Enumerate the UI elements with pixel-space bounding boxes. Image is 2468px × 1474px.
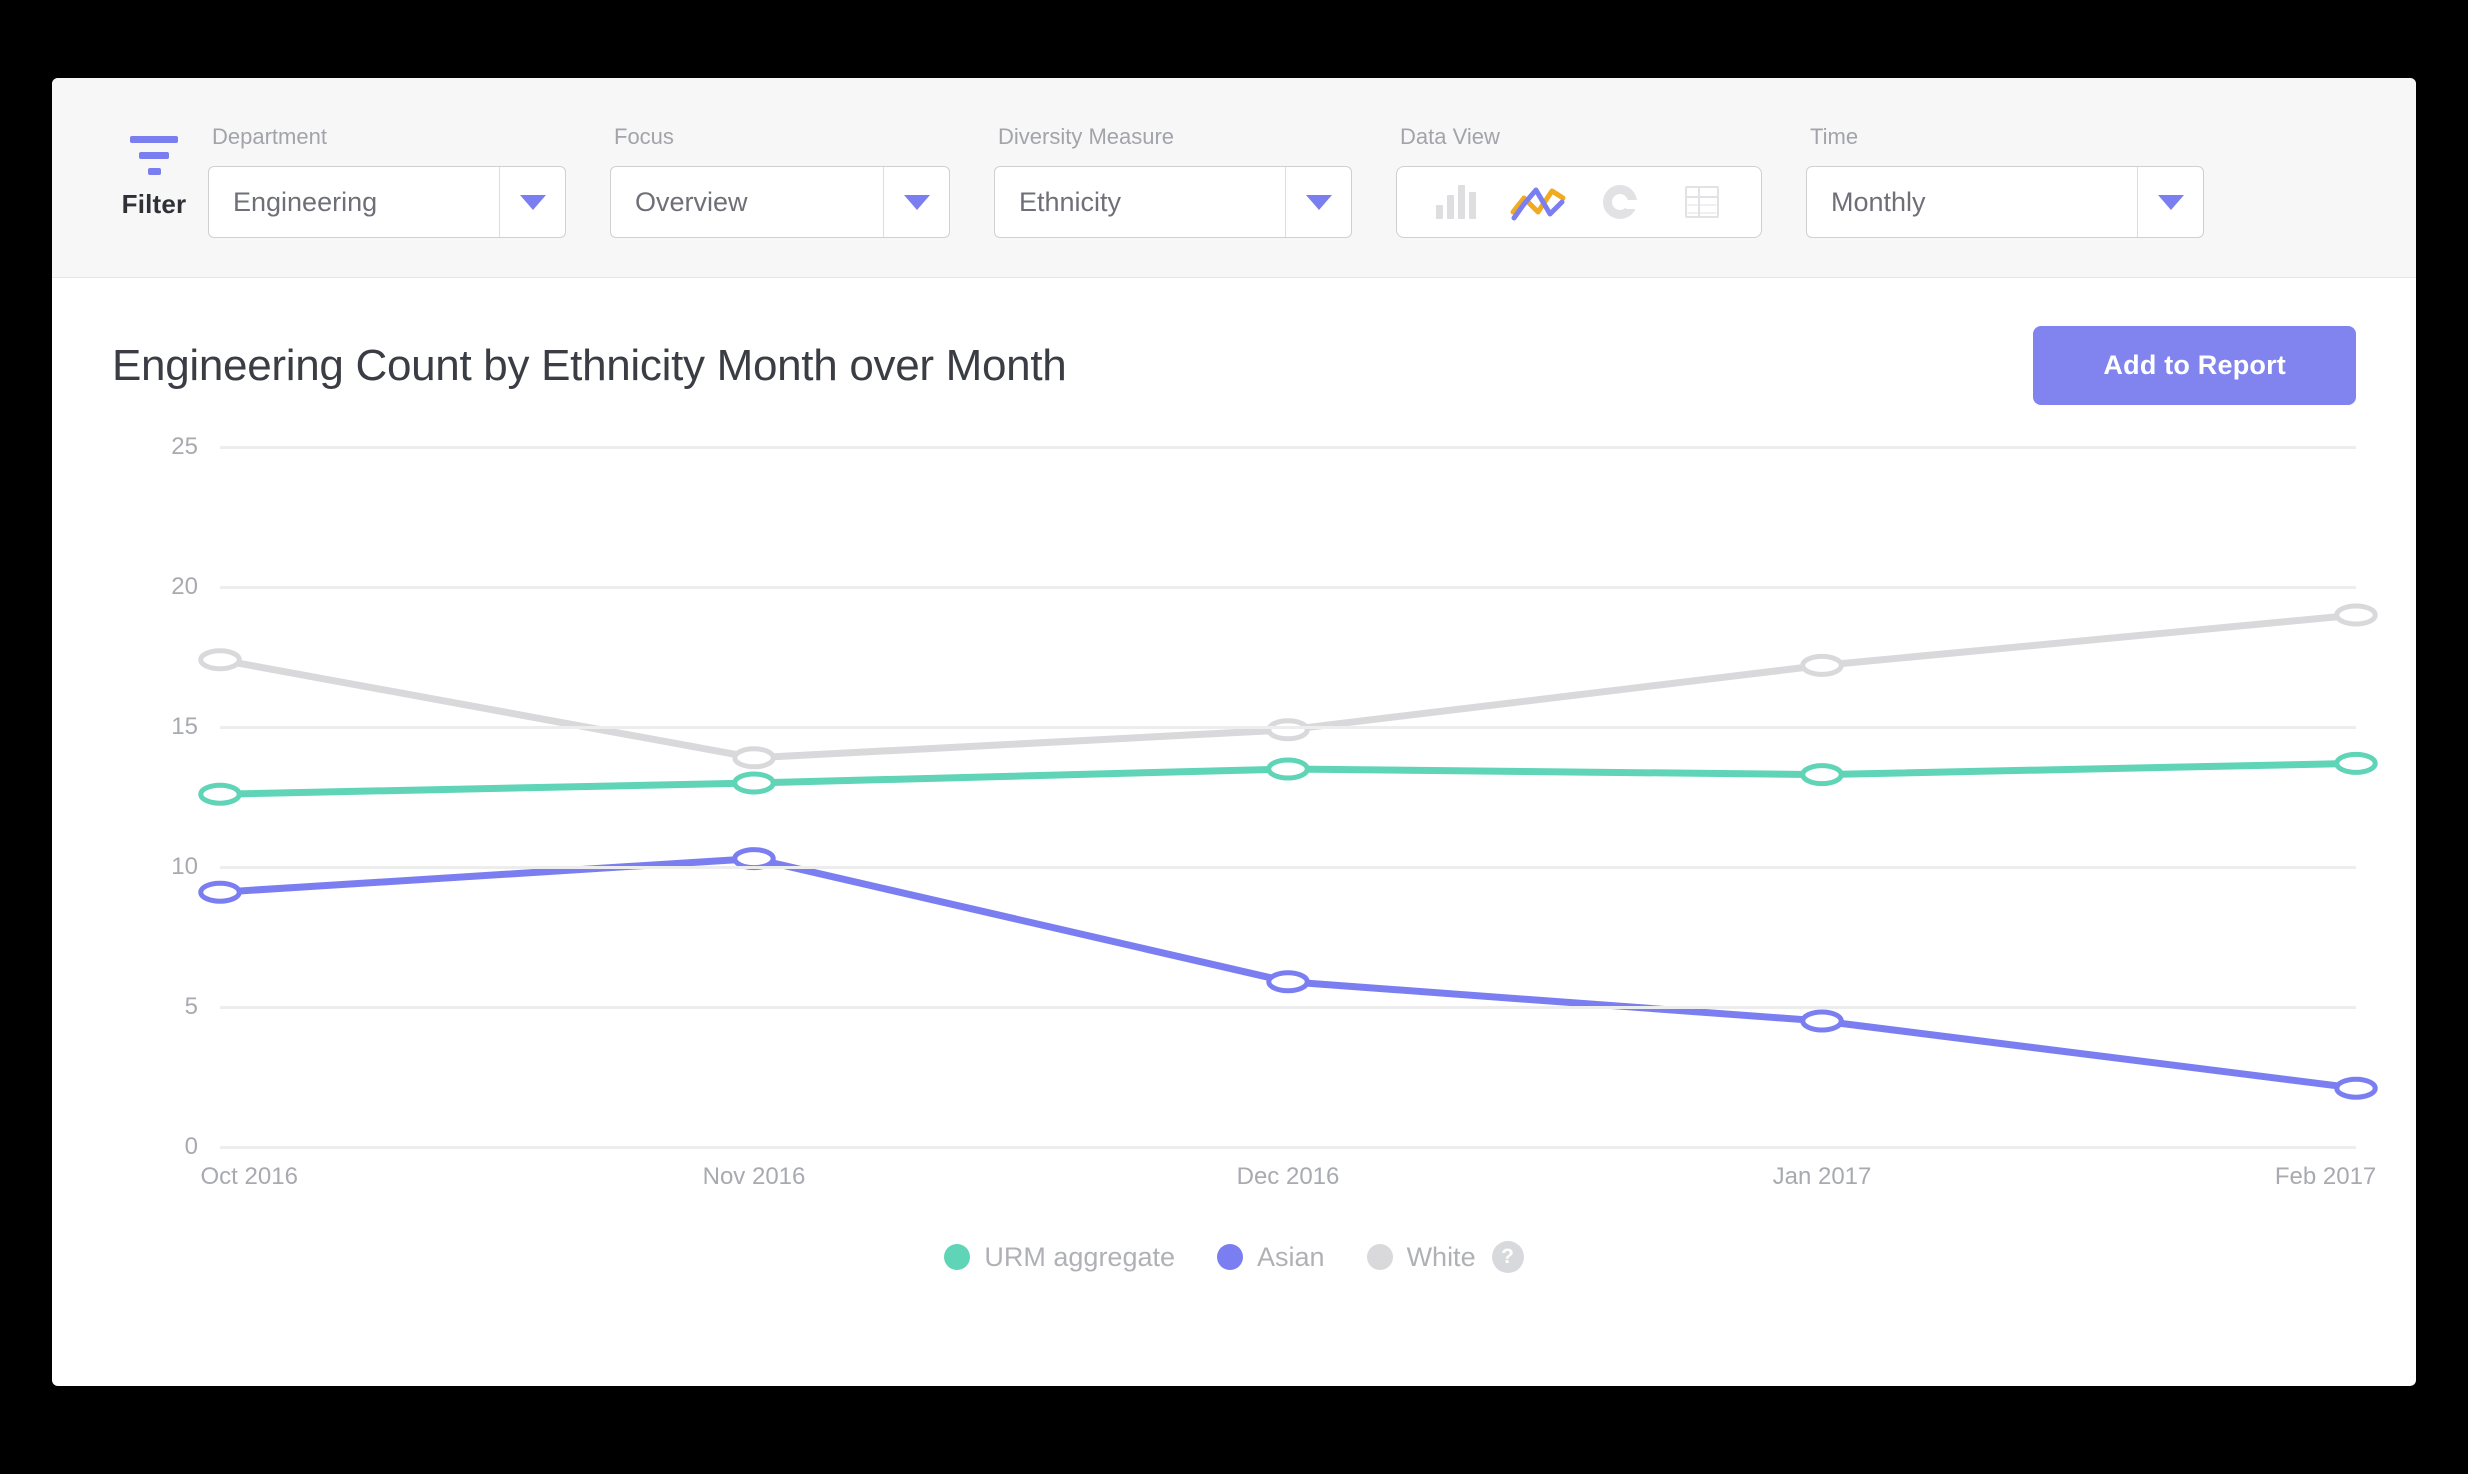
legend-label: URM aggregate [984, 1241, 1176, 1272]
field-department: Department Engineering [208, 124, 566, 238]
data-point-marker[interactable] [1803, 766, 1841, 784]
data-view-donut-chart-button[interactable] [1579, 167, 1661, 237]
gridline [220, 1145, 2356, 1149]
y-axis-tick: 10 [171, 853, 198, 880]
data-view-table-button[interactable] [1661, 167, 1743, 237]
field-focus: Focus Overview [610, 124, 950, 238]
data-point-marker[interactable] [1269, 721, 1307, 739]
page-title: Engineering Count by Ethnicity Month ove… [112, 340, 1067, 390]
field-data-view: Data View [1396, 124, 1762, 238]
time-select[interactable]: Monthly [1806, 166, 2204, 238]
data-point-marker[interactable] [1803, 656, 1841, 674]
filter-icon [126, 136, 182, 175]
department-label: Department [212, 124, 327, 149]
x-axis-tick: Oct 2016 [200, 1163, 298, 1190]
data-point-marker[interactable] [735, 774, 773, 792]
data-view-label: Data View [1400, 124, 1500, 149]
data-point-marker[interactable] [735, 749, 773, 767]
line-chart-icon [1510, 187, 1566, 221]
focus-label: Focus [614, 124, 674, 149]
diversity-measure-value: Ethnicity [1019, 186, 1122, 217]
dashboard-window: Filter Department Engineering Focus Over… [52, 78, 2416, 1386]
legend-label: White [1406, 1241, 1476, 1272]
data-point-marker[interactable] [1269, 760, 1307, 778]
legend-item[interactable]: URM aggregate [944, 1242, 1175, 1273]
data-point-marker[interactable] [2337, 754, 2375, 772]
add-to-report-button[interactable]: Add to Report [2033, 326, 2356, 405]
field-time: Time Monthly [1806, 124, 2204, 238]
time-dropdown-toggle[interactable] [2137, 167, 2203, 237]
gridline [220, 445, 2356, 449]
y-axis-tick: 25 [171, 433, 198, 460]
legend-item[interactable]: White [1366, 1241, 1476, 1273]
x-axis-tick: Nov 2016 [702, 1163, 806, 1190]
data-point-marker[interactable] [201, 883, 239, 901]
chevron-down-icon [519, 194, 546, 210]
legend-label: Asian [1257, 1241, 1325, 1272]
field-diversity-measure: Diversity Measure Ethnicity [994, 124, 1352, 238]
data-point-marker[interactable] [2337, 1079, 2375, 1097]
line-chart-svg [220, 447, 2356, 1147]
data-view-line-chart-button[interactable] [1497, 167, 1579, 237]
chart-header: Engineering Count by Ethnicity Month ove… [112, 326, 2356, 405]
table-view-icon [1685, 186, 1719, 218]
chevron-down-icon [903, 194, 930, 210]
department-value: Engineering [233, 186, 378, 217]
y-axis-tick: 20 [171, 573, 198, 600]
legend-color-swatch [1217, 1244, 1244, 1270]
data-view-bar-chart-button[interactable] [1415, 167, 1497, 237]
x-axis-tick: Jan 2017 [1772, 1163, 1872, 1190]
data-point-marker[interactable] [2337, 606, 2375, 624]
data-point-marker[interactable] [201, 785, 239, 803]
data-point-marker[interactable] [1803, 1012, 1841, 1030]
y-axis-tick: 0 [184, 1133, 198, 1160]
chevron-down-icon [1305, 194, 1332, 210]
legend-color-swatch [1366, 1244, 1393, 1270]
chart-plot-area: 0 5 10 15 20 25 Oct 2016 Nov 2016 Dec 2016 Jan 2… [112, 433, 2377, 1207]
legend-item[interactable]: Asian [1217, 1242, 1325, 1273]
focus-value: Overview [635, 186, 748, 217]
gridline [220, 1005, 2356, 1009]
chart-legend: URM aggregate Asian White? [112, 1241, 2356, 1273]
y-axis-tick: 5 [184, 993, 198, 1020]
donut-chart-icon [1603, 185, 1637, 219]
time-value: Monthly [1831, 186, 1926, 217]
gridline [220, 585, 2356, 589]
diversity-measure-select[interactable]: Ethnicity [994, 166, 1352, 238]
x-axis-tick: Feb 2017 [2274, 1163, 2377, 1190]
help-icon[interactable]: ? [1491, 1241, 1524, 1273]
gridline [220, 725, 2356, 729]
y-axis: 0 5 10 15 20 25 [112, 433, 198, 1160]
filter-fields: Department Engineering Focus Overview Di… [208, 78, 2248, 238]
department-select[interactable]: Engineering [208, 166, 566, 238]
diversity-measure-label: Diversity Measure [998, 124, 1175, 149]
data-view-toggle-group [1396, 166, 1762, 238]
gridline [220, 865, 2356, 869]
data-point-marker[interactable] [1269, 973, 1307, 991]
legend-color-swatch [944, 1244, 971, 1270]
plot-canvas [220, 445, 2356, 1149]
diversity-measure-dropdown-toggle[interactable] [1285, 167, 1351, 237]
filter-label: Filter [121, 189, 187, 219]
focus-select[interactable]: Overview [610, 166, 950, 238]
focus-dropdown-toggle[interactable] [883, 167, 949, 237]
x-axis: Oct 2016 Nov 2016 Dec 2016 Jan 2017 Feb 2017 [201, 1163, 2377, 1203]
department-dropdown-toggle[interactable] [499, 167, 565, 237]
data-point-marker[interactable] [201, 651, 239, 669]
chevron-down-icon [2157, 194, 2184, 210]
y-axis-tick: 15 [171, 713, 198, 740]
filter-brand: Filter [100, 78, 208, 220]
filter-bar: Filter Department Engineering Focus Over… [52, 78, 2416, 278]
bar-chart-icon [1436, 185, 1476, 219]
time-label: Time [1810, 124, 1859, 149]
chart-card: Engineering Count by Ethnicity Month ove… [52, 278, 2416, 1273]
x-axis-tick: Dec 2016 [1236, 1163, 1340, 1190]
